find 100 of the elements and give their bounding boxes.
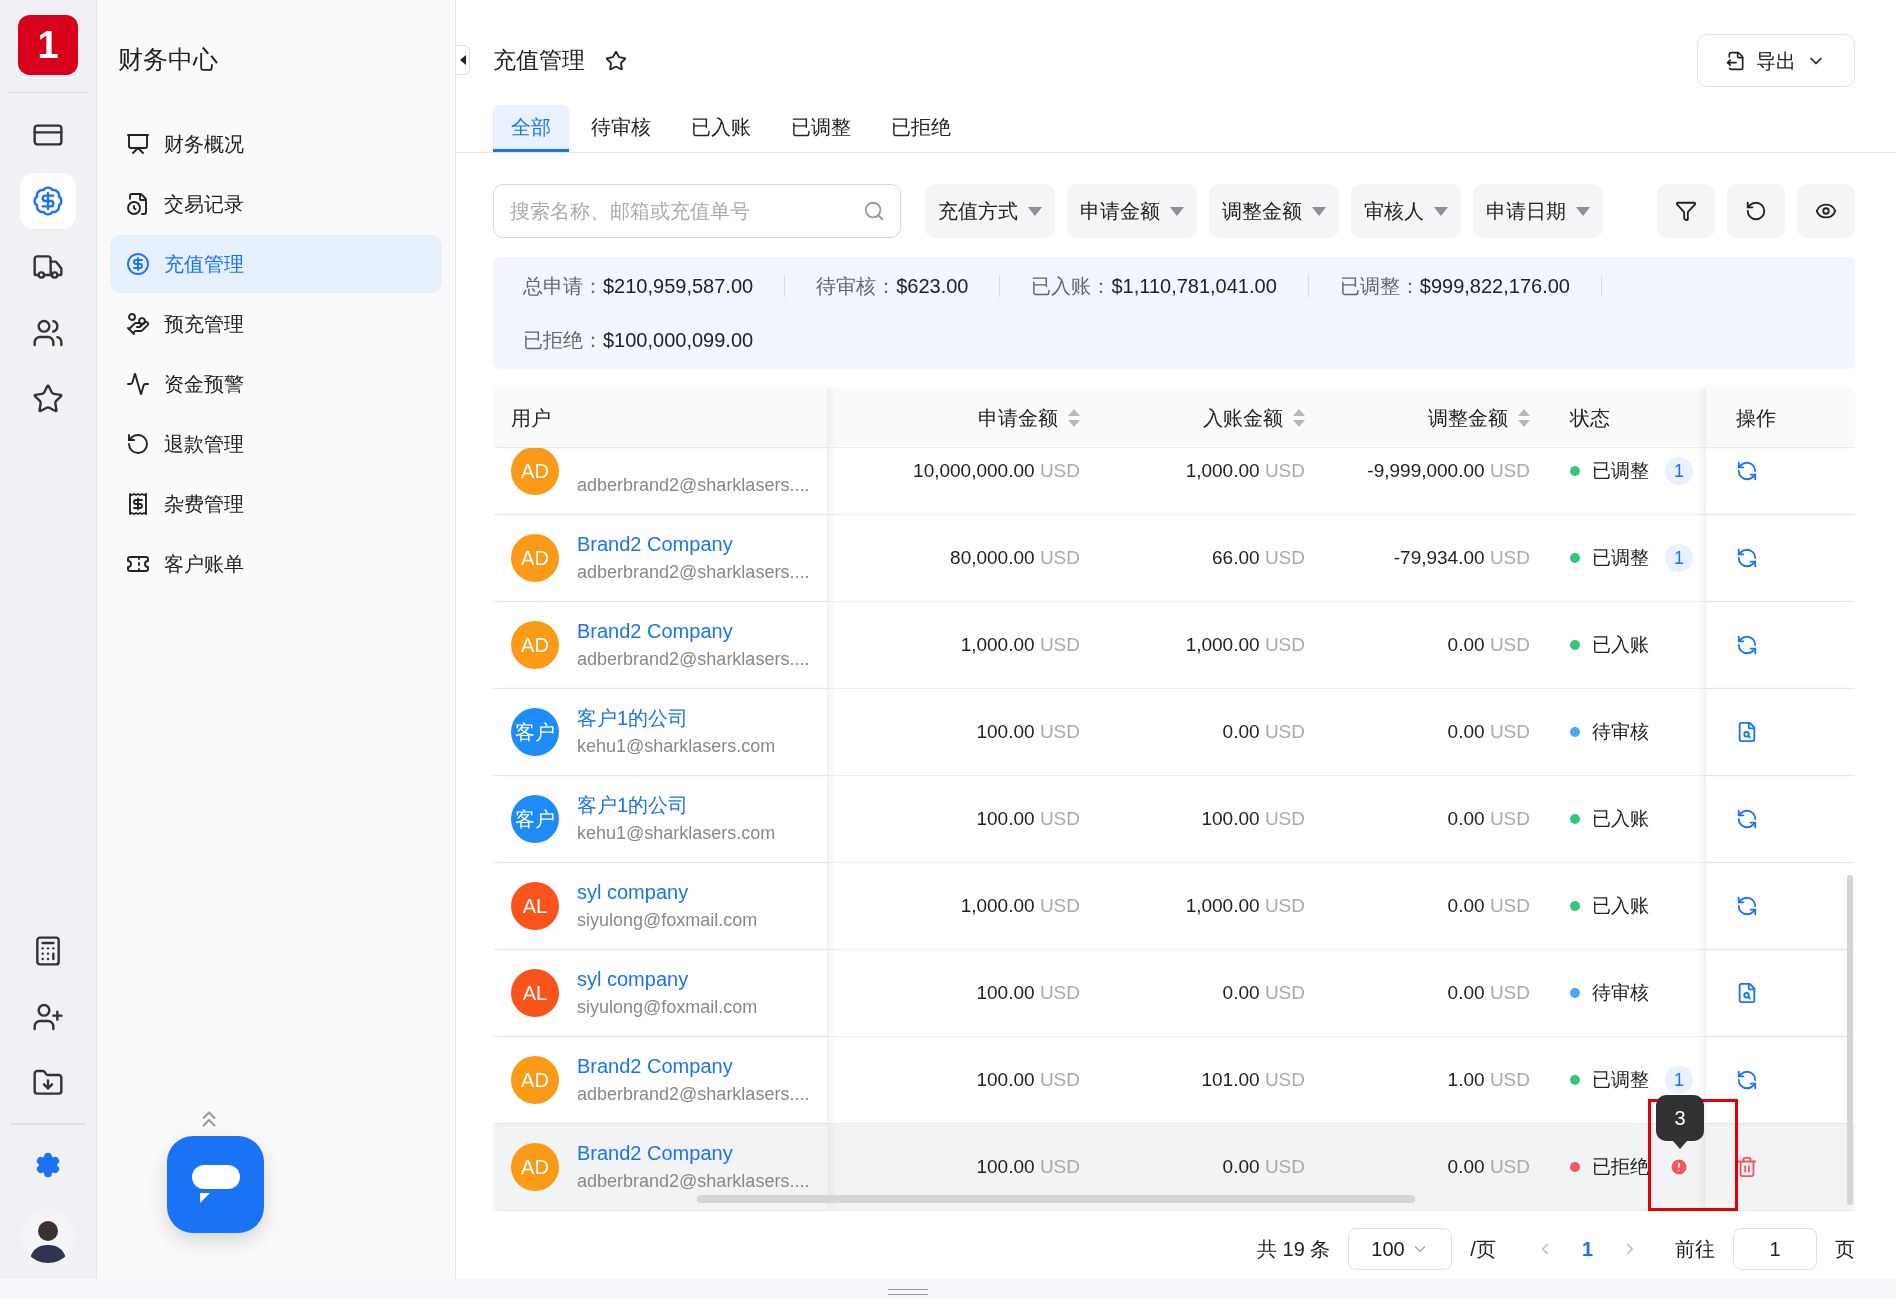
company-link[interactable]: Brand2 Company xyxy=(577,1052,810,1080)
delete-icon[interactable] xyxy=(1736,1156,1758,1178)
summary-stat: 待审核：$623.00 xyxy=(816,274,969,299)
collapse-tab[interactable] xyxy=(456,45,470,75)
page-unit-label: 页 xyxy=(1835,1237,1855,1262)
filter-dropdown[interactable]: 申请金额 xyxy=(1067,184,1197,238)
caret-icon xyxy=(1434,206,1448,216)
sidebar-item[interactable]: 杂费管理 xyxy=(110,474,442,533)
amount-cell-text: 66.00 USD xyxy=(1212,545,1305,570)
amount-cell-text: -9,999,000.00 USD xyxy=(1367,458,1530,483)
sidebar-item[interactable]: 交易记录 xyxy=(110,174,442,233)
table-row[interactable]: AD Brand2 Company adberbrand2@sharklasers.... 100.00 USD 0.00 USD 0.00 USD 已拒绝 xyxy=(493,1124,1855,1211)
amount-cell-text: 1,000.00 USD xyxy=(1185,458,1305,483)
user-avatar: AD xyxy=(511,534,559,582)
favorite-star-icon[interactable] xyxy=(605,49,627,72)
amount-cell-text: 0.00 USD xyxy=(1222,719,1305,744)
pulse-icon xyxy=(126,371,150,396)
status-label: 已入账 xyxy=(1592,632,1649,657)
caret-icon xyxy=(1576,206,1590,216)
amount-cell-text: 1,000.00 USD xyxy=(960,632,1080,657)
table-row[interactable]: 客户 客户1的公司 kehu1@sharklasers.com 100.00 USD 0.00 USD 0.00 USD 待审核 xyxy=(493,689,1855,776)
column-header: 操作 xyxy=(1705,388,1855,447)
amount-cell-text: 0.00 USD xyxy=(1447,719,1530,744)
company-link[interactable]: 客户1的公司 xyxy=(577,704,776,732)
search-field[interactable]: 搜索名称、邮箱或充值单号 xyxy=(493,184,901,238)
table-row[interactable]: AD Brand2 Company adberbrand2@sharklasers.... 1,000.00 USD 1,000.00 USD 0.00 USD 已入账 xyxy=(493,602,1855,689)
table-row[interactable]: AL syl company siyulong@foxmail.com 100.00 USD 0.00 USD 0.00 USD 待审核 xyxy=(493,950,1855,1037)
tab[interactable]: 全部 xyxy=(493,105,569,152)
status-label: 已调整 xyxy=(1592,1067,1649,1092)
table-row[interactable]: AD adberbrand2@sharklasers.... 10,000,000.00 USD 1,000.00 USD -9,999,000.00 USD 已调整 1 xyxy=(493,448,1855,515)
amount-cell-text: 100.00 USD xyxy=(976,980,1080,1005)
chat-button[interactable] xyxy=(167,1136,264,1233)
sidebar-item[interactable]: 充值管理 xyxy=(110,234,442,293)
sidebar-item[interactable]: 财务概况 xyxy=(110,114,442,173)
sidebar-item[interactable]: 客户账单 xyxy=(110,534,442,593)
goto-label: 前往 xyxy=(1675,1237,1715,1262)
filter-dropdown[interactable]: 充值方式 xyxy=(925,184,1055,238)
amount-cell-text: 0.00 USD xyxy=(1447,1154,1530,1179)
horizontal-scrollbar[interactable] xyxy=(697,1195,1415,1203)
amount-cell-text: 1,000.00 USD xyxy=(960,893,1080,918)
column-header[interactable]: 调整金额 xyxy=(1305,388,1530,447)
alert-icon[interactable] xyxy=(1669,1157,1689,1177)
app-logo[interactable]: 1 xyxy=(18,15,78,75)
company-link[interactable]: Brand2 Company xyxy=(577,617,810,645)
amount-cell-text: 10,000,000.00 USD xyxy=(913,458,1080,483)
dollar-icon[interactable] xyxy=(20,173,76,229)
user-email: adberbrand2@sharklasers.... xyxy=(577,474,810,497)
user-avatar: AD xyxy=(511,1143,559,1191)
search-icon[interactable] xyxy=(863,200,885,222)
tab[interactable]: 已入账 xyxy=(673,105,769,152)
export-button[interactable]: 导出 xyxy=(1697,34,1855,87)
company-link[interactable]: syl company xyxy=(577,878,758,906)
column-header[interactable]: 申请金额 xyxy=(828,388,1080,447)
caret-icon xyxy=(1170,206,1184,216)
tab[interactable]: 待审核 xyxy=(573,105,669,152)
tab[interactable]: 已调整 xyxy=(773,105,869,152)
filter-dropdown[interactable]: 申请日期 xyxy=(1473,184,1603,238)
count-badge: 1 xyxy=(1665,544,1693,572)
tab[interactable]: 已拒绝 xyxy=(873,105,969,152)
resize-handle[interactable] xyxy=(888,1289,928,1295)
filter-icon[interactable] xyxy=(1657,184,1715,238)
vertical-scrollbar[interactable] xyxy=(1847,875,1853,1205)
goto-page-field[interactable]: 1 xyxy=(1733,1228,1817,1270)
eye-icon[interactable] xyxy=(1797,184,1855,238)
table-row[interactable]: 客户 客户1的公司 kehu1@sharklasers.com 100.00 USD 100.00 USD 0.00 USD 已入账 xyxy=(493,776,1855,863)
user-email: adberbrand2@sharklasers.... xyxy=(577,1083,810,1106)
amount-cell-text: 1,000.00 USD xyxy=(1185,893,1305,918)
amount-cell-text: 1,000.00 USD xyxy=(1185,632,1305,657)
amount-cell-text: 100.00 USD xyxy=(1201,806,1305,831)
refresh-icon[interactable] xyxy=(1727,184,1785,238)
table-row[interactable]: AD Brand2 Company adberbrand2@sharklasers.... 80,000.00 USD 66.00 USD -79,934.00 USD 已调整 1 xyxy=(493,515,1855,602)
user-avatar: 客户 xyxy=(511,708,559,756)
sidebar-item[interactable]: 预充管理 xyxy=(110,294,442,353)
amount-cell-text: 100.00 USD xyxy=(976,1067,1080,1092)
page-size-select[interactable]: 100 xyxy=(1348,1228,1453,1270)
user-email: kehu1@sharklasers.com xyxy=(577,822,776,845)
table-row[interactable]: AL syl company siyulong@foxmail.com 1,000.00 USD 1,000.00 USD 0.00 USD 已入账 xyxy=(493,863,1855,950)
filter-dropdown[interactable]: 调整金额 xyxy=(1209,184,1339,238)
sidebar-item[interactable]: 资金预警 xyxy=(110,354,442,413)
status-label: 已拒绝 xyxy=(1592,1154,1649,1179)
user-avatar: AL xyxy=(511,969,559,1017)
company-link[interactable]: Brand2 Company xyxy=(577,530,810,558)
file-search-icon[interactable] xyxy=(1736,982,1758,1004)
company-link[interactable]: syl company xyxy=(577,965,758,993)
caret-left-icon xyxy=(459,55,466,65)
chat-bubble-icon xyxy=(191,1164,240,1205)
amount-cell-text: 100.00 USD xyxy=(976,806,1080,831)
filter-dropdown[interactable]: 审核人 xyxy=(1351,184,1461,238)
file-search-icon[interactable] xyxy=(1736,721,1758,743)
status-label: 已入账 xyxy=(1592,806,1649,831)
column-header[interactable]: 入账金额 xyxy=(1080,388,1305,447)
user-avatar: AL xyxy=(511,882,559,930)
page-number[interactable]: 1 xyxy=(1571,1234,1603,1264)
user-avatar: AD xyxy=(511,621,559,669)
company-link[interactable]: 客户1的公司 xyxy=(577,791,776,819)
count-badge: 1 xyxy=(1665,457,1693,485)
sidebar-item[interactable]: 退款管理 xyxy=(110,414,442,473)
dollar-circle-icon xyxy=(126,251,150,276)
company-link[interactable]: Brand2 Company xyxy=(577,1139,810,1167)
user-avatar: AD xyxy=(511,448,559,495)
